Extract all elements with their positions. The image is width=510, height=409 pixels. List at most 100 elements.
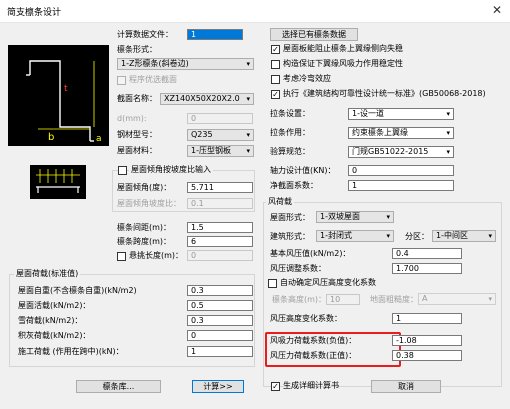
code-checkbox[interactable]: ✓: [271, 90, 280, 99]
tie-action-label: 拉条作用：: [270, 128, 310, 137]
tie-value: 1-设一道: [352, 109, 384, 118]
calculate-button[interactable]: 计算>>: [192, 380, 244, 393]
axial-input[interactable]: 0: [348, 165, 454, 176]
roughness-label: 地面粗糙度：: [370, 295, 418, 304]
live-load-input[interactable]: 0.5: [187, 300, 253, 311]
cold-bend-label: 考虑冷弯效应: [283, 74, 331, 83]
slope-ratio-label: 屋面倾角按坡度比输入: [129, 165, 213, 175]
roof-material-value: 1-压型钢板: [191, 146, 231, 155]
check-spec-value: 门规GB51022-2015: [352, 147, 429, 156]
roof-angle-label: 屋面倾角(度)：: [117, 183, 172, 192]
purlin-form-select[interactable]: 1-Z形檩条(斜卷边) ▾: [117, 58, 254, 70]
loads-group-title: 屋面荷载(标准值): [14, 269, 81, 279]
net-section-input[interactable]: 1: [348, 180, 454, 191]
select-data-button[interactable]: 选择已有檩条数据: [270, 28, 358, 41]
net-section-label: 净截面系数：: [270, 181, 318, 190]
detail-report-checkbox[interactable]: ✓: [271, 382, 280, 391]
slope-ratio-checkbox[interactable]: [118, 166, 127, 175]
cancel-button[interactable]: 取消: [371, 380, 441, 393]
cantilever-input[interactable]: 0: [187, 250, 253, 261]
optimize-label: 程序优选截面: [129, 75, 177, 84]
construction-load-input[interactable]: 1: [187, 346, 253, 357]
cold-bend-checkbox[interactable]: [271, 75, 280, 84]
cantilever-checkbox[interactable]: [117, 252, 126, 261]
section-diagram: b a t: [8, 45, 109, 146]
load-diagram: [30, 165, 86, 199]
auto-height-checkbox[interactable]: [268, 279, 277, 288]
roof-angle-input[interactable]: 5.711: [187, 182, 253, 193]
tie-label: 拉条设置：: [270, 109, 310, 118]
optimize-checkbox[interactable]: [117, 76, 126, 85]
height-coef-input[interactable]: 1: [392, 313, 462, 324]
code-label: 执行《建筑结构可靠性设计统一标准》(GB50068-2018): [283, 89, 486, 98]
section-select[interactable]: XZ140X50X20X2.0 ▾: [160, 93, 254, 105]
building-form-select[interactable]: 1-封闭式 ▾: [316, 230, 394, 242]
tie-action-select[interactable]: 约束檩条上翼缘 ▾: [348, 127, 454, 139]
roof-panel-label: 屋面板能阻止檩条上翼缘侧向失稳: [283, 44, 403, 53]
section-label: 截面名称：: [117, 94, 157, 103]
purlin-library-button[interactable]: 檩条库...: [76, 380, 161, 393]
roof-material-select[interactable]: 1-压型钢板 ▾: [187, 145, 254, 157]
chevron-down-icon: ▾: [246, 147, 250, 155]
roof-panel-checkbox[interactable]: ✓: [271, 45, 280, 54]
height-input[interactable]: 10: [326, 294, 360, 305]
height-label: 檩条高度(m)：: [272, 295, 327, 304]
cantilever-label: 悬挑长度(m)：: [129, 251, 184, 260]
suction-label: 风吸力荷载系数(负值)：: [270, 336, 357, 345]
steel-value: Q235: [191, 130, 213, 139]
zone-select[interactable]: 1-中间区 ▾: [432, 230, 496, 242]
dialog-body: b a t 计算数据文件： 1 檩条形式： 1-Z形檩条(斜卷边) ▾ 程序优选截…: [0, 23, 510, 409]
span-input[interactable]: 6: [187, 236, 253, 247]
snow-load-input[interactable]: 0.3: [187, 315, 253, 326]
detail-report-label: 生成详细计算书: [283, 381, 339, 390]
roof-form-label: 屋面形式：: [270, 213, 310, 222]
chevron-down-icon: ▾: [446, 129, 450, 137]
snow-load-label: 雪荷载(kN/m2)：: [18, 316, 83, 325]
wind-group-title: 风荷载: [266, 197, 294, 207]
chevron-down-icon: ▾: [246, 60, 250, 68]
pressure-input[interactable]: 0.38: [392, 350, 462, 361]
adjust-label: 风压调整系数：: [270, 264, 326, 273]
slope-ratio-input[interactable]: 0.1: [187, 198, 253, 209]
window-title: 简支檩条设计: [7, 8, 62, 18]
structure-checkbox[interactable]: [271, 60, 280, 69]
chevron-down-icon: ▾: [488, 295, 492, 303]
ash-load-input[interactable]: 0: [187, 330, 253, 341]
dead-load-input[interactable]: 0.3: [187, 285, 253, 296]
d-label: d(mm):: [117, 114, 147, 123]
chevron-down-icon: ▾: [246, 131, 250, 139]
roughness-select[interactable]: A ▾: [418, 293, 496, 305]
zone-label: 分区：: [405, 232, 429, 241]
roof-material-label: 屋面材料：: [117, 146, 157, 155]
building-form-label: 建筑形式：: [270, 232, 310, 241]
live-load-label: 屋面活载(kN/m2)：: [18, 301, 91, 310]
chevron-down-icon: ▾: [386, 232, 390, 240]
calc-file-label: 计算数据文件：: [117, 30, 173, 39]
svg-text:t: t: [64, 84, 68, 94]
d-input[interactable]: 0: [187, 113, 253, 124]
span-label: 檩条跨度(m)：: [117, 237, 172, 246]
roof-form-select[interactable]: 1-双坡屋面 ▾: [316, 211, 394, 223]
basic-pressure-label: 基本风压值(kN/m2)：: [270, 249, 351, 258]
close-icon[interactable]: ✕: [492, 3, 502, 17]
steel-select[interactable]: Q235 ▾: [187, 129, 254, 141]
check-spec-select[interactable]: 门规GB51022-2015 ▾: [348, 146, 454, 158]
tie-select[interactable]: 1-设一道 ▾: [348, 108, 454, 120]
spacing-input[interactable]: 1.5: [187, 222, 253, 233]
tie-action-value: 约束檩条上翼缘: [352, 128, 408, 137]
chevron-down-icon: ▾: [386, 213, 390, 221]
section-value: XZ140X50X20X2.0: [164, 94, 240, 103]
calc-file-input[interactable]: 1: [187, 29, 243, 40]
purlin-form-label: 檩条形式：: [117, 45, 157, 54]
purlin-form-value: 1-Z形檩条(斜卷边): [121, 59, 189, 68]
spacing-label: 檩条间距(m)：: [117, 223, 172, 232]
auto-height-label: 自动确定风压高度变化系数: [280, 278, 376, 287]
adjust-input[interactable]: 1.700: [392, 263, 462, 274]
steel-label: 钢材型号：: [117, 130, 157, 139]
roof-form-value: 1-双坡屋面: [320, 212, 360, 221]
pressure-label: 风压力荷载系数(正值)：: [270, 351, 357, 360]
diagram-label-a: a: [96, 134, 102, 144]
basic-pressure-input[interactable]: 0.4: [392, 248, 462, 259]
suction-input[interactable]: -1.08: [392, 335, 462, 346]
ash-load-label: 积灰荷载(kN/m2)：: [18, 331, 91, 340]
